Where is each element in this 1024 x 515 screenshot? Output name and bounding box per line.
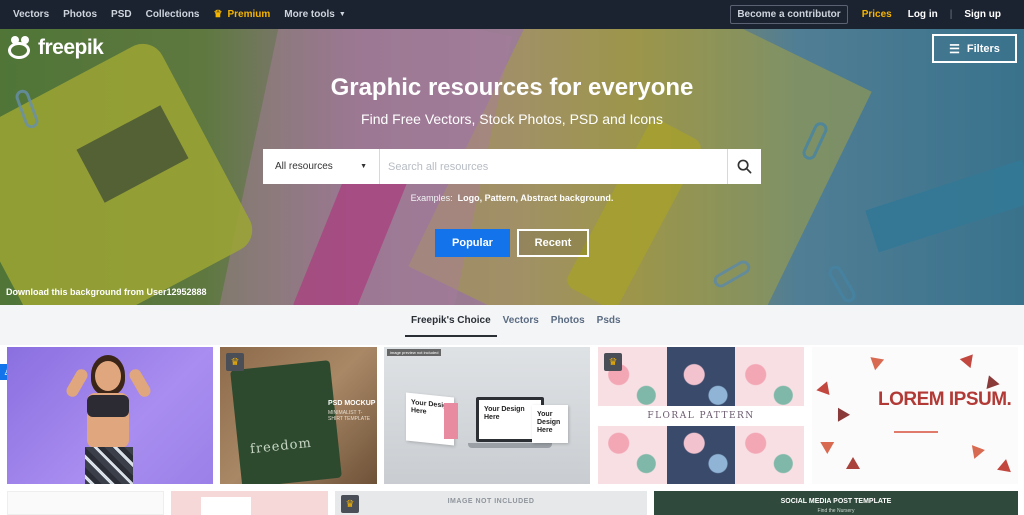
nav-link-prices[interactable]: Prices [862, 9, 892, 20]
mockup-panel: Your Design Here [532, 405, 568, 443]
nav-link-psd[interactable]: PSD [111, 9, 132, 20]
nav-link-photos[interactable]: Photos [63, 9, 97, 20]
hero-title: Graphic resources for everyone [330, 74, 694, 101]
freepik-logo[interactable]: freepik [8, 36, 104, 60]
photo-subject-top [87, 395, 129, 417]
search-bar: All resources ▼ [263, 149, 761, 184]
tshirt-image [230, 360, 342, 484]
photo-subject-pants [85, 447, 133, 484]
nav-separator: | [949, 9, 953, 20]
hero-section: freepik ☰ Filters Graphic resources for … [0, 29, 1024, 305]
floral-pattern-title: FLORAL PATTERN [598, 406, 804, 426]
image-not-included-label: IMAGE NOT INCLUDED [447, 498, 535, 505]
social-template-subtitle: Find the Nursery [817, 508, 855, 514]
triangle-shape [982, 372, 1000, 390]
triangle-shape [959, 349, 979, 369]
nav-link-collections[interactable]: Collections [146, 9, 200, 20]
image-preview-note: image preview not included [387, 349, 442, 356]
triangle-shape [865, 351, 885, 371]
card-preview [201, 497, 251, 515]
search-icon [737, 159, 752, 174]
hero-subtitle: Find Free Vectors, Stock Photos, PSD and… [361, 111, 663, 127]
filters-label: Filters [966, 42, 1000, 55]
mockup-accent [444, 403, 458, 439]
photo-subject-arm [127, 367, 153, 399]
logo-text: freepik [38, 36, 104, 59]
resource-type-select[interactable]: All resources ▼ [263, 149, 380, 184]
search-examples: Examples: Logo, Pattern, Abstract backgr… [0, 193, 1024, 203]
recent-button[interactable]: Recent [517, 229, 589, 257]
more-tools-menu[interactable]: More tools ▼ [284, 9, 346, 20]
tab-psds[interactable]: Psds [591, 315, 627, 337]
resource-type-value: All resources [275, 161, 333, 172]
resource-card-floral-pattern[interactable]: FLORAL PATTERN ♛ [598, 347, 804, 484]
filters-button[interactable]: ☰ Filters [932, 34, 1017, 63]
freepik-logo-icon [8, 36, 34, 60]
triangle-shape [997, 457, 1013, 473]
nav-link-vectors[interactable]: Vectors [13, 9, 49, 20]
mockup-sublabel: MINIMALIST T-SHIRT TEMPLATE [328, 410, 371, 422]
mockup-label: PSD MOCKUP [328, 400, 376, 407]
nav-right: Become a contributor Prices Log in | Sig… [730, 0, 1024, 29]
triangle-shape [820, 435, 838, 455]
resource-card[interactable] [171, 491, 328, 515]
triangle-shape [831, 404, 851, 422]
triangle-shape [846, 457, 860, 469]
premium-crown-icon: ♛ [226, 353, 244, 371]
tab-freepiks-choice[interactable]: Freepik's Choice [405, 315, 497, 337]
top-navigation-bar: Vectors Photos PSD Collections ♛ Premium… [0, 0, 1024, 29]
search-button[interactable] [727, 149, 761, 184]
examples-links[interactable]: Logo, Pattern, Abstract background. [458, 193, 614, 203]
triangle-shape [971, 443, 987, 459]
search-input[interactable] [380, 149, 727, 184]
tab-vectors[interactable]: Vectors [497, 315, 545, 337]
design-text: Your Design Here [537, 411, 561, 435]
nav-link-premium[interactable]: ♛ Premium [214, 9, 271, 20]
tab-photos[interactable]: Photos [545, 315, 591, 337]
filters-icon: ☰ [949, 41, 960, 56]
resource-card[interactable] [7, 491, 164, 515]
lorem-ipsum-text: LOREM IPSUM. [878, 389, 1012, 410]
social-template-title: SOCIAL MEDIA POST TEMPLATE [780, 498, 892, 505]
crown-icon: ♛ [213, 9, 223, 20]
resource-card-device-mockup[interactable]: image preview not included Your Design H… [384, 347, 590, 484]
more-tools-label: More tools [284, 9, 335, 20]
resource-card-social-media[interactable]: SOCIAL MEDIA POST TEMPLATE Find the Nurs… [654, 491, 1018, 515]
laptop-base [468, 443, 552, 448]
caret-down-icon: ▼ [360, 163, 367, 170]
premium-label: Premium [227, 9, 271, 20]
premium-crown-icon: ♛ [604, 353, 622, 371]
background-credit-link[interactable]: Download this background from User129528… [6, 287, 207, 297]
lorem-underline [894, 431, 938, 433]
resource-card[interactable]: ♛ IMAGE NOT INCLUDED [335, 491, 647, 515]
triangle-shape [816, 378, 834, 396]
become-contributor-button[interactable]: Become a contributor [730, 5, 848, 24]
content-tabs: Freepik's Choice Vectors Photos Psds [405, 315, 627, 337]
examples-label: Examples: [410, 193, 453, 203]
photo-subject-arm [64, 367, 90, 399]
nav-left: Vectors Photos PSD Collections ♛ Premium… [13, 0, 346, 29]
resource-card-tshirt-mockup[interactable]: freedom PSD MOCKUP MINIMALIST T-SHIRT TE… [220, 347, 377, 484]
resource-card-fitness-photo[interactable] [7, 347, 213, 484]
chevron-down-icon: ▼ [338, 11, 346, 18]
signup-link[interactable]: Sign up [964, 9, 1001, 20]
popular-button[interactable]: Popular [435, 229, 510, 257]
photo-subject-head [95, 361, 121, 391]
login-link[interactable]: Log in [908, 9, 938, 20]
resource-card-lorem-ipsum[interactable]: LOREM IPSUM. [812, 347, 1018, 484]
